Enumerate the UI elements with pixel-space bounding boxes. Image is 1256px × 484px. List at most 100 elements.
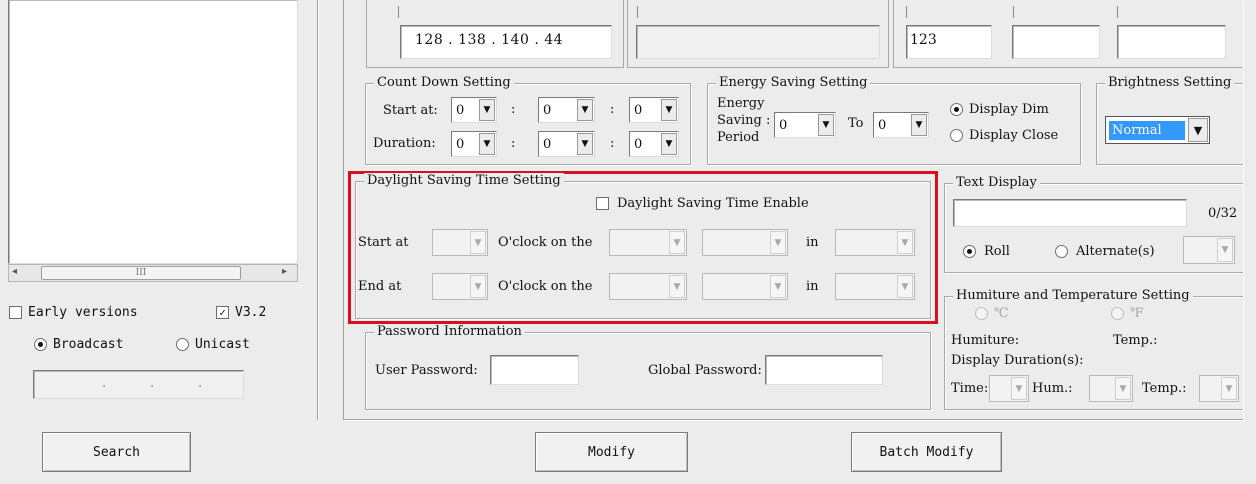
broadcast-radio[interactable] xyxy=(34,338,47,351)
text-display-counter: 0/32 xyxy=(1208,206,1238,221)
dropdown-arrow-icon: ▼ xyxy=(897,275,913,298)
dropdown-arrow-icon: ▼ xyxy=(897,231,913,254)
batch-modify-button[interactable]: Batch Modify xyxy=(851,432,1002,472)
temp-select[interactable]: ▼ xyxy=(1199,375,1239,402)
dst-start-day[interactable]: ▼ xyxy=(702,229,788,256)
roll-radio[interactable] xyxy=(963,245,976,258)
dst-start-hour[interactable]: ▼ xyxy=(432,229,488,256)
energy-label-line1: Energy xyxy=(717,96,765,111)
dropdown-arrow-icon: ▼ xyxy=(661,99,677,121)
celsius-option[interactable]: ℃ xyxy=(975,306,1009,321)
display-dim-option[interactable]: Display Dim xyxy=(950,102,1049,117)
early-versions-option[interactable]: Early versions xyxy=(9,305,138,320)
fahrenheit-option[interactable]: ℉ xyxy=(1111,306,1144,321)
countdown-start-second[interactable]: 0 ▼ xyxy=(629,97,679,123)
top-field-tick-2 xyxy=(637,6,638,18)
dropdown-arrow-icon: ▼ xyxy=(1221,377,1237,400)
network-field-b[interactable] xyxy=(636,25,880,59)
scroll-left-arrow-icon[interactable]: ◂ xyxy=(12,266,17,277)
unicast-label: Unicast xyxy=(195,337,250,352)
unicast-option[interactable]: Unicast xyxy=(176,337,250,352)
countdown-start-hour[interactable]: 0 ▼ xyxy=(451,97,497,123)
energy-to-select[interactable]: 0 ▼ xyxy=(873,112,929,138)
alternate-radio[interactable] xyxy=(1055,245,1068,258)
dropdown-arrow-icon: ▼ xyxy=(470,231,486,254)
vertical-divider xyxy=(317,0,319,420)
brightness-title: Brightness Setting xyxy=(1105,75,1235,90)
early-versions-checkbox[interactable] xyxy=(9,306,22,319)
top-field-tick-1 xyxy=(398,6,399,18)
countdown-duration-hour[interactable]: 0 ▼ xyxy=(451,131,497,157)
port-field[interactable]: 123 xyxy=(906,25,992,59)
v32-option[interactable]: ✓ V3.2 xyxy=(216,305,266,320)
dropdown-arrow-icon: ▼ xyxy=(479,99,495,121)
hum-label: Hum.: xyxy=(1032,381,1073,396)
device-list[interactable] xyxy=(8,0,298,264)
dst-enable-option[interactable]: Daylight Saving Time Enable xyxy=(596,196,809,211)
search-button[interactable]: Search xyxy=(42,432,191,472)
global-password-label: Global Password: xyxy=(648,363,762,378)
humiture-value-label: Humiture: xyxy=(951,333,1020,348)
dropdown-arrow-icon: ▼ xyxy=(818,114,834,136)
early-versions-label: Early versions xyxy=(28,305,138,320)
energy-label-line2: Saving : xyxy=(717,113,771,128)
brightness-select[interactable]: Normal ▼ xyxy=(1105,116,1210,144)
energy-saving-group: Energy Saving Setting Energy Saving : Pe… xyxy=(707,75,1081,165)
unicast-ip-field[interactable]: . . . xyxy=(33,370,244,399)
countdown-duration-label: Duration: xyxy=(373,136,436,151)
modify-button[interactable]: Modify xyxy=(535,432,688,472)
user-password-label: User Password: xyxy=(375,363,478,378)
countdown-start-minute[interactable]: 0 ▼ xyxy=(538,97,595,123)
dst-title: Daylight Saving Time Setting xyxy=(364,173,564,188)
v32-label: V3.2 xyxy=(235,305,267,320)
dst-start-in-label: in xyxy=(806,235,819,250)
temp-value-label: Temp.: xyxy=(1113,333,1158,348)
fahrenheit-radio[interactable] xyxy=(1111,307,1124,320)
broadcast-option[interactable]: Broadcast xyxy=(34,337,123,352)
hum-select[interactable]: ▼ xyxy=(1089,375,1133,402)
energy-from-select[interactable]: 0 ▼ xyxy=(774,112,836,138)
energy-saving-title: Energy Saving Setting xyxy=(716,75,871,90)
alternate-option[interactable]: Alternate(s) xyxy=(1055,244,1155,259)
dst-start-month[interactable]: ▼ xyxy=(835,229,915,256)
dropdown-arrow-icon: ▼ xyxy=(1217,238,1233,262)
display-duration-label: Display Duration(s): xyxy=(951,353,1084,368)
global-password-input[interactable] xyxy=(765,355,883,385)
countdown-start-label: Start at: xyxy=(383,103,438,118)
brightness-group: Brightness Setting Normal ▼ xyxy=(1096,75,1243,165)
dst-end-month[interactable]: ▼ xyxy=(835,273,915,300)
horizontal-scrollbar[interactable]: ◂ III ▸ xyxy=(8,264,298,282)
dst-enable-checkbox[interactable] xyxy=(596,197,609,210)
text-display-title: Text Display xyxy=(953,175,1040,190)
display-close-option[interactable]: Display Close xyxy=(950,128,1058,143)
dst-end-hour[interactable]: ▼ xyxy=(432,273,488,300)
top-field-tick-5 xyxy=(1117,6,1118,18)
dst-end-day[interactable]: ▼ xyxy=(702,273,788,300)
v32-checkbox[interactable]: ✓ xyxy=(216,306,229,319)
countdown-duration-minute[interactable]: 0 ▼ xyxy=(538,131,595,157)
unicast-radio[interactable] xyxy=(176,338,189,351)
text-display-input[interactable] xyxy=(953,199,1187,227)
time-select[interactable]: ▼ xyxy=(989,375,1029,402)
countdown-duration-second[interactable]: 0 ▼ xyxy=(629,131,679,157)
celsius-radio[interactable] xyxy=(975,307,988,320)
ip-address-field[interactable]: 128 . 138 . 140 . 44 xyxy=(400,25,612,59)
countdown-group: Count Down Setting Start at: Duration: 0… xyxy=(365,75,691,165)
display-dim-radio[interactable] xyxy=(950,103,963,116)
dropdown-arrow-icon: ▼ xyxy=(770,275,786,298)
scrollbar-thumb[interactable]: III xyxy=(41,266,241,280)
network-field-e[interactable] xyxy=(1117,25,1226,59)
dropdown-arrow-icon: ▼ xyxy=(577,133,593,155)
scroll-right-arrow-icon[interactable]: ▸ xyxy=(282,266,287,277)
display-close-radio[interactable] xyxy=(950,129,963,142)
alternate-select[interactable]: ▼ xyxy=(1183,236,1235,264)
network-field-d[interactable] xyxy=(1012,25,1100,59)
dst-start-week[interactable]: ▼ xyxy=(609,229,687,256)
user-password-input[interactable] xyxy=(490,355,579,385)
dst-group: Daylight Saving Time Setting Daylight Sa… xyxy=(355,173,931,319)
dst-end-week[interactable]: ▼ xyxy=(609,273,687,300)
roll-option[interactable]: Roll xyxy=(963,244,1010,259)
dropdown-arrow-icon: ▼ xyxy=(1115,377,1131,400)
password-group: Password Information User Password: Glob… xyxy=(365,324,931,410)
dst-end-oclock-label: O'clock on the xyxy=(498,279,593,294)
